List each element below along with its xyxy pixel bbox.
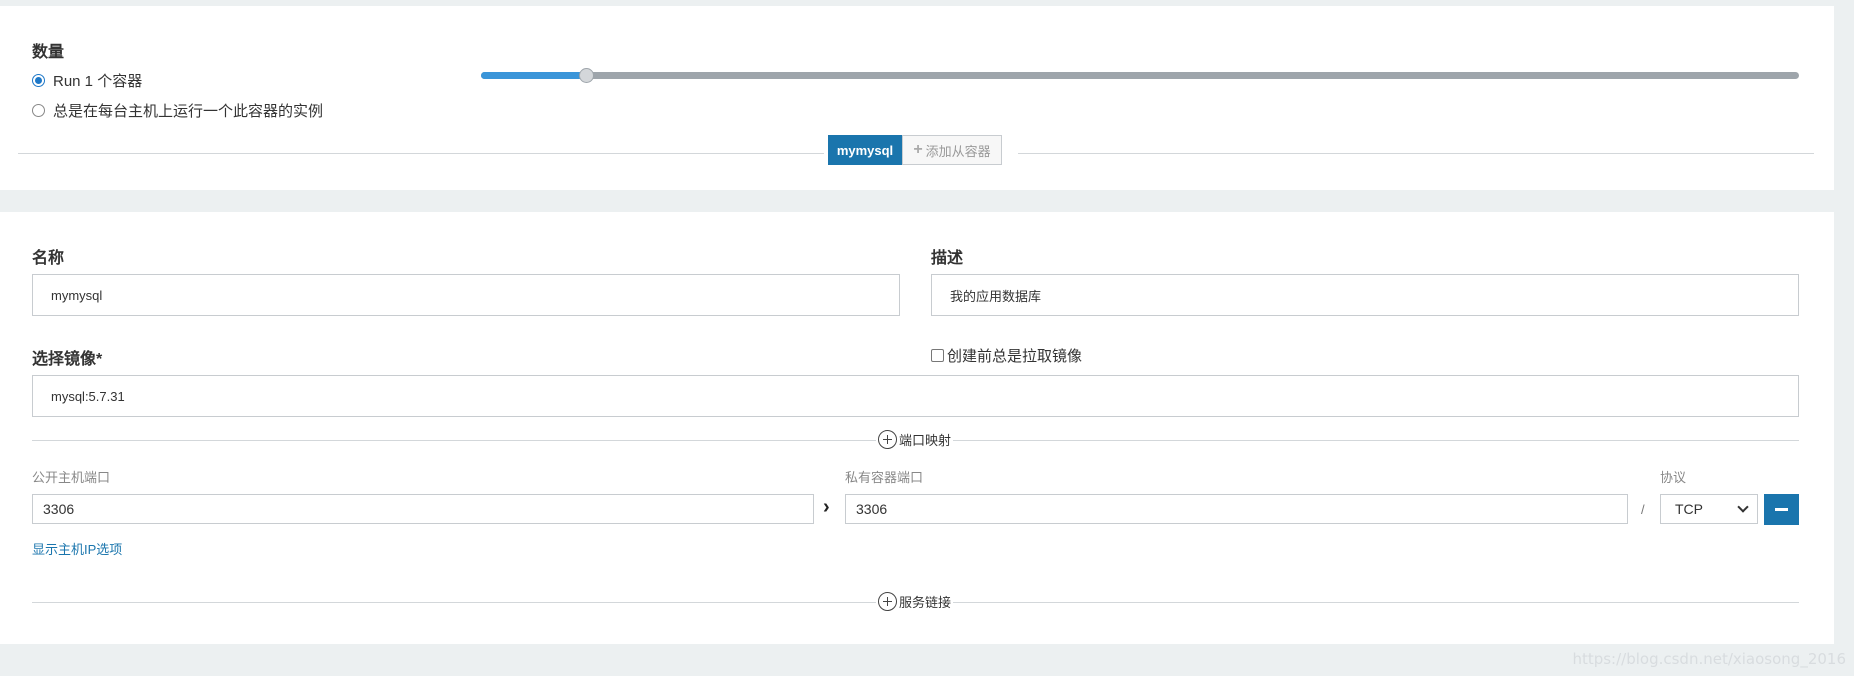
scale-title: 数量 <box>32 44 65 61</box>
remove-port-button[interactable] <box>1764 494 1799 525</box>
add-port-mapping-button[interactable]: 端口映射 <box>876 430 954 449</box>
radio-button-checked[interactable] <box>32 74 45 87</box>
plus-icon: + <box>913 141 923 158</box>
port-mapping-label: 端口映射 <box>899 433 952 448</box>
radio-button[interactable] <box>32 104 45 117</box>
circle-plus-icon <box>878 430 897 449</box>
scale-slider-fill <box>481 72 587 79</box>
circle-plus-icon <box>878 592 897 611</box>
private-port-input[interactable]: 3306 <box>845 494 1628 524</box>
image-label: 选择镜像* <box>32 351 103 368</box>
chevron-down-icon <box>1737 501 1749 513</box>
chevron-right-icon: › <box>823 496 830 518</box>
name-label: 名称 <box>32 250 65 267</box>
name-input[interactable]: mymysql <box>32 274 900 316</box>
public-port-input[interactable]: 3306 <box>32 494 814 524</box>
port-protocol-separator: / <box>1641 502 1645 517</box>
container-tab-mymysql[interactable]: mymysql <box>828 135 902 165</box>
pull-image-label: 创建前总是拉取镜像 <box>947 348 1083 365</box>
protocol-select[interactable]: TCP <box>1660 494 1758 524</box>
radio-run-n[interactable]: Run 1 个容器 <box>32 70 142 91</box>
pull-image-checkbox[interactable]: 创建前总是拉取镜像 <box>931 345 1082 366</box>
minus-icon <box>1775 508 1788 511</box>
watermark: https://blog.csdn.net/xiaosong_2016 <box>1572 650 1846 668</box>
radio-global-label: 总是在每台主机上运行一个此容器的实例 <box>53 103 324 120</box>
image-input[interactable]: mysql:5.7.31 <box>32 375 1799 417</box>
divider <box>18 153 824 154</box>
public-port-label: 公开主机端口 <box>32 470 111 485</box>
show-host-ip-link[interactable]: 显示主机IP选项 <box>32 539 122 558</box>
protocol-value: TCP <box>1675 501 1703 517</box>
divider <box>1018 153 1814 154</box>
service-links-label: 服务链接 <box>899 595 952 610</box>
protocol-label: 协议 <box>1660 470 1687 485</box>
radio-global[interactable]: 总是在每台主机上运行一个此容器的实例 <box>32 100 323 121</box>
description-input[interactable]: 我的应用数据库 <box>931 274 1799 316</box>
add-sidekick-label: 添加从容器 <box>925 143 991 159</box>
add-service-link-button[interactable]: 服务链接 <box>876 592 954 611</box>
add-sidekick-button[interactable]: + 添加从容器 <box>902 135 1002 165</box>
scale-slider[interactable] <box>481 68 1799 83</box>
private-port-label: 私有容器端口 <box>845 470 924 485</box>
checkbox[interactable] <box>931 349 944 362</box>
radio-run-n-label: Run 1 个容器 <box>53 73 143 90</box>
description-label: 描述 <box>931 250 964 267</box>
